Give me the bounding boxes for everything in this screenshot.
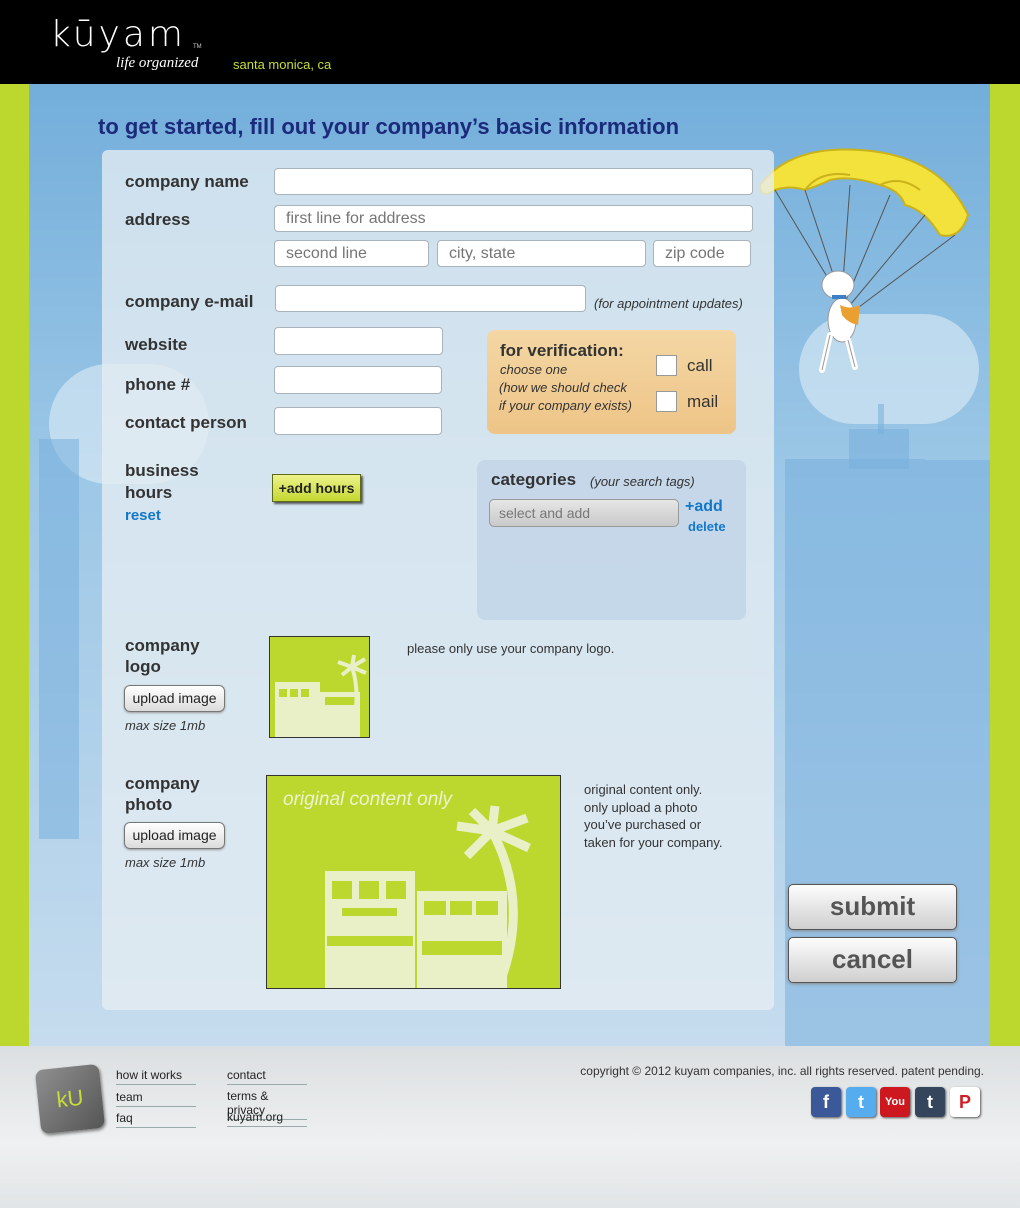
call-option-label: call — [687, 356, 713, 375]
company-name-label: company name — [125, 172, 249, 191]
location-label: santa monica, ca — [233, 57, 332, 72]
address-line2-input[interactable] — [274, 240, 429, 267]
call-checkbox[interactable] — [656, 355, 677, 376]
pinterest-icon[interactable]: P — [950, 1087, 980, 1117]
photo-note-line: taken for your company. — [584, 834, 723, 850]
photo-max-size: max size 1mb — [125, 855, 206, 870]
company-photo-label: company — [125, 774, 200, 793]
submit-button[interactable]: submit — [788, 884, 957, 930]
category-select[interactable]: select and add — [489, 499, 679, 527]
copyright-text: copyright © 2012 kuyam companies, inc. a… — [580, 1064, 984, 1078]
verification-choose: choose one — [500, 362, 568, 377]
photo-note-line: only upload a photo — [584, 799, 698, 815]
phone-label: phone # — [125, 375, 191, 394]
photo-overlay-text: original content only — [283, 789, 452, 810]
company-email-input[interactable] — [275, 285, 586, 312]
city-state-input[interactable] — [437, 240, 646, 267]
logo-note: please only use your company logo. — [407, 641, 615, 656]
kuyam-logo[interactable]: kūyam — [50, 14, 186, 55]
categories-title: categories — [491, 470, 577, 489]
verification-hint-2: if your company exists) — [499, 398, 632, 413]
twitter-icon[interactable]: t — [846, 1087, 876, 1117]
company-photo-label-2: photo — [125, 795, 173, 814]
company-email-label: company e-mail — [125, 292, 254, 311]
upload-logo-button[interactable]: upload image — [124, 685, 225, 712]
upload-photo-button[interactable]: upload image — [124, 822, 225, 849]
delete-category-link[interactable]: delete — [688, 519, 726, 534]
address-line1-input[interactable] — [274, 205, 753, 232]
storefront-placeholder-icon — [275, 654, 367, 737]
email-note: (for appointment updates) — [594, 296, 743, 311]
verification-hint-1: (how we should check — [499, 380, 627, 395]
logo-tagline: life organized — [116, 55, 199, 71]
footer-link-kuyam-org[interactable]: kuyam.org — [227, 1110, 307, 1127]
footer-link-contact[interactable]: contact — [227, 1068, 307, 1085]
phone-input[interactable] — [274, 366, 442, 394]
footer-link-how-it-works[interactable]: how it works — [116, 1068, 196, 1085]
youtube-icon[interactable]: You — [880, 1087, 910, 1117]
business-hours-label-2: hours — [125, 483, 173, 502]
footer-logo-icon[interactable]: kU — [34, 1063, 106, 1135]
add-hours-button[interactable]: +add hours — [272, 474, 361, 502]
page-headline: to get started, fill out your company’s … — [98, 114, 680, 139]
logo-max-size: max size 1mb — [125, 718, 206, 733]
cancel-button[interactable]: cancel — [788, 937, 957, 983]
footer-link-faq[interactable]: faq — [116, 1111, 196, 1128]
facebook-icon[interactable]: f — [811, 1087, 841, 1117]
mail-option-label: mail — [687, 392, 719, 411]
footer-link-team[interactable]: team — [116, 1090, 196, 1107]
photo-note-line: you’ve purchased or — [584, 817, 702, 833]
verification-title: for verification: — [500, 341, 624, 360]
company-logo-preview — [269, 636, 370, 738]
skyline-decoration — [39, 439, 79, 839]
add-category-link[interactable]: +add — [685, 498, 723, 516]
address-label: address — [125, 210, 191, 229]
photo-note-line: original content only. — [584, 782, 703, 797]
website-input[interactable] — [274, 327, 443, 355]
company-logo-label-2: logo — [125, 657, 161, 676]
contact-person-input[interactable] — [274, 407, 442, 435]
company-logo-label: company — [125, 636, 200, 655]
skyline-decoration — [878, 404, 884, 434]
mail-checkbox[interactable] — [656, 391, 677, 412]
website-label: website — [125, 335, 188, 354]
reset-hours-link[interactable]: reset — [125, 507, 161, 524]
business-hours-label: business — [125, 461, 199, 480]
categories-subtitle: (your search tags) — [590, 474, 695, 489]
contact-person-label: contact person — [125, 413, 247, 432]
tumblr-icon[interactable]: t — [915, 1087, 945, 1117]
company-name-input[interactable] — [274, 168, 753, 195]
skyline-decoration — [849, 429, 909, 469]
photo-note: original content only. only upload a pho… — [584, 781, 723, 851]
parachute-mascot-icon — [758, 148, 970, 373]
zip-code-input[interactable] — [653, 240, 751, 267]
trademark-mark: TM — [193, 44, 202, 50]
